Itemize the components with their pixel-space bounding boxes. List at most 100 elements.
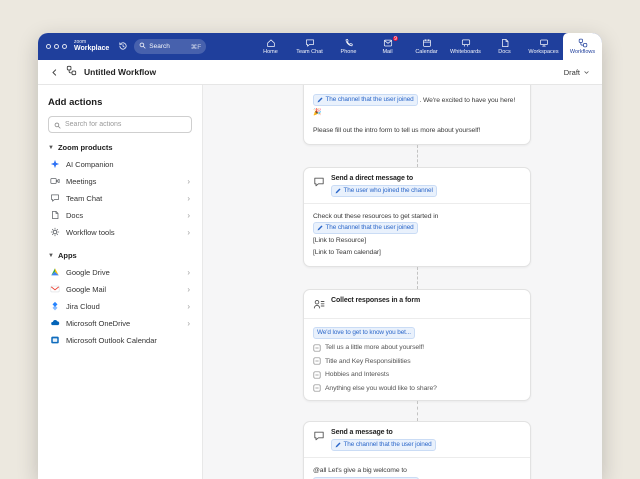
workflow-canvas[interactable]: The channel that the user joined . We're… bbox=[203, 85, 602, 479]
pencil-icon bbox=[335, 442, 341, 448]
section-zoom-products[interactable]: ▼ Zoom products bbox=[48, 143, 192, 152]
form-link-chip[interactable]: We'd love to get to know you bet... bbox=[313, 327, 415, 339]
form-question-label: Title and Key Responsibilities bbox=[325, 357, 411, 367]
sidebar-item-label: Microsoft Outlook Calendar bbox=[66, 336, 157, 345]
outlook-calendar-icon bbox=[50, 335, 60, 347]
actions-search-field[interactable] bbox=[48, 116, 192, 133]
window-close-button[interactable] bbox=[46, 44, 51, 49]
nav-item-workspaces[interactable]: Workspaces bbox=[524, 33, 563, 60]
add-actions-sidebar: Add actions ▼ Zoom products AI Companion… bbox=[38, 85, 203, 479]
workflow-step-card-direct-message[interactable]: Send a direct message to The user who jo… bbox=[303, 167, 531, 267]
flow-connector bbox=[417, 267, 418, 289]
workflow-step-card-collect-form[interactable]: Collect responses in a form We'd love to… bbox=[303, 289, 531, 401]
step-title: Collect responses in a form bbox=[331, 297, 420, 304]
nav-label: Docs bbox=[498, 49, 511, 55]
chevron-right-icon: › bbox=[187, 269, 190, 277]
status-badge: Draft bbox=[564, 68, 580, 77]
sidebar-item-workflow-tools[interactable]: Workflow tools › bbox=[48, 224, 192, 241]
variable-chip[interactable]: The channel that the user joined bbox=[331, 439, 436, 451]
sidebar-item-label: Jira Cloud bbox=[66, 302, 100, 311]
sidebar-item-label: Workflow tools bbox=[66, 228, 115, 237]
gear-icon bbox=[50, 227, 60, 239]
gmail-icon bbox=[50, 284, 60, 296]
nav-item-workflows[interactable]: Workflows bbox=[563, 33, 602, 60]
chevron-right-icon: › bbox=[187, 178, 190, 186]
form-question-item: Hobbies and Interests bbox=[313, 370, 521, 380]
nav-item-mail[interactable]: 9 Mail bbox=[368, 33, 407, 60]
variable-chip[interactable]: The channel that the user joined bbox=[313, 222, 418, 234]
chip-label: The user who joined the channel bbox=[344, 186, 433, 196]
nav-label: Workspaces bbox=[528, 49, 558, 55]
history-button[interactable] bbox=[118, 38, 128, 56]
workflow-step-card-message-intro[interactable]: The channel that the user joined . We're… bbox=[303, 85, 531, 145]
nav-item-team-chat[interactable]: Team Chat bbox=[290, 33, 329, 60]
whiteboard-icon bbox=[461, 38, 471, 48]
mail-icon bbox=[383, 38, 393, 48]
sidebar-item-microsoft-onedrive[interactable]: Microsoft OneDrive › bbox=[48, 315, 192, 332]
sidebar-item-meetings[interactable]: Meetings › bbox=[48, 173, 192, 190]
workflow-step-card-channel-message[interactable]: Send a message to The channel that the u… bbox=[303, 421, 531, 479]
chat-icon bbox=[50, 193, 60, 205]
window-zoom-button[interactable] bbox=[62, 44, 67, 49]
nav-item-phone[interactable]: Phone bbox=[329, 33, 368, 60]
chip-label: We'd love to get to know you bet... bbox=[317, 328, 411, 338]
form-person-icon bbox=[313, 298, 325, 312]
sidebar-item-google-mail[interactable]: Google Mail › bbox=[48, 281, 192, 298]
chip-label: The channel that the user joined bbox=[344, 440, 432, 450]
sidebar-item-label: AI Companion bbox=[66, 160, 114, 169]
zoom-workplace-logo: zoom Workplace bbox=[74, 40, 109, 53]
sidebar-item-label: Docs bbox=[66, 211, 83, 220]
app-window: zoom Workplace Search ⌘F Home bbox=[38, 33, 602, 479]
form-question-item: Title and Key Responsibilities bbox=[313, 357, 521, 367]
workflow-flow-column: The channel that the user joined . We're… bbox=[303, 85, 531, 479]
pencil-icon bbox=[317, 225, 323, 231]
search-shortcut: ⌘F bbox=[191, 43, 201, 51]
flow-connector bbox=[417, 401, 418, 421]
chevron-right-icon: › bbox=[187, 229, 190, 237]
search-icon bbox=[139, 42, 146, 51]
chip-label: The channel that the user joined bbox=[326, 223, 414, 233]
mail-unread-badge: 9 bbox=[392, 35, 399, 42]
window-minimize-button[interactable] bbox=[54, 44, 59, 49]
chevron-right-icon: › bbox=[187, 212, 190, 220]
sidebar-item-google-drive[interactable]: Google Drive › bbox=[48, 264, 192, 281]
variable-chip[interactable]: The user who joined the channel bbox=[331, 185, 437, 197]
global-search[interactable]: Search ⌘F bbox=[134, 39, 206, 54]
nav-item-whiteboards[interactable]: Whiteboards bbox=[446, 33, 485, 60]
pencil-icon bbox=[317, 97, 323, 103]
draft-status-dropdown[interactable]: Draft bbox=[564, 68, 590, 77]
sidebar-item-jira-cloud[interactable]: Jira Cloud › bbox=[48, 298, 192, 315]
search-input[interactable] bbox=[65, 121, 186, 128]
section-label: Apps bbox=[58, 251, 77, 260]
form-field-icon bbox=[313, 384, 321, 392]
home-icon bbox=[266, 38, 276, 48]
brand-zoom-label: zoom bbox=[74, 40, 109, 46]
variable-chip[interactable]: The channel that the user joined bbox=[313, 94, 418, 106]
google-drive-icon bbox=[50, 267, 60, 279]
docs-icon bbox=[500, 38, 510, 48]
sidebar-item-ai-companion[interactable]: AI Companion bbox=[48, 156, 192, 173]
nav-item-docs[interactable]: Docs bbox=[485, 33, 524, 60]
chat-bubble-icon bbox=[313, 430, 325, 451]
chevron-right-icon: › bbox=[187, 320, 190, 328]
window-controls[interactable] bbox=[46, 44, 67, 49]
nav-label: Mail bbox=[382, 49, 392, 55]
card1-line1: The channel that the user joined . We're… bbox=[313, 94, 521, 119]
sidebar-item-microsoft-outlook-calendar[interactable]: Microsoft Outlook Calendar bbox=[48, 332, 192, 349]
workflows-icon bbox=[578, 38, 588, 48]
pencil-icon bbox=[335, 188, 341, 194]
sidebar-item-team-chat[interactable]: Team Chat › bbox=[48, 190, 192, 207]
chip-label: The channel that the user joined bbox=[326, 95, 414, 105]
sidebar-item-docs[interactable]: Docs › bbox=[48, 207, 192, 224]
sidebar-item-label: Meetings bbox=[66, 177, 96, 186]
section-apps[interactable]: ▼ Apps bbox=[48, 251, 192, 260]
nav-item-calendar[interactable]: Calendar bbox=[407, 33, 446, 60]
back-button[interactable] bbox=[50, 68, 59, 77]
form-question-label: Tell us a little more about yourself! bbox=[325, 343, 424, 353]
nav-item-home[interactable]: Home bbox=[251, 33, 290, 60]
section-label: Zoom products bbox=[58, 143, 113, 152]
workflow-badge-icon bbox=[66, 63, 77, 81]
message-text: Check out these resources to get started… bbox=[313, 211, 521, 223]
nav-label: Calendar bbox=[415, 49, 437, 55]
nav-label: Workflows bbox=[570, 49, 595, 55]
